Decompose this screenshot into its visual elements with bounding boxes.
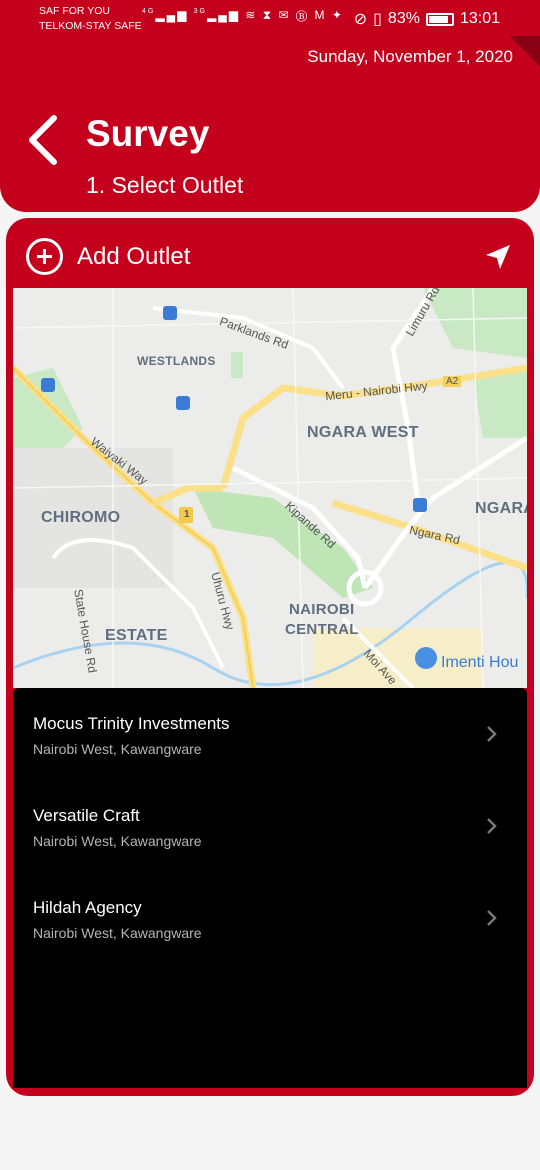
status-bar: SAF FOR YOU TELKOM-STAY SAFE 4G▂▄▆ 3G▂▄▆… bbox=[0, 0, 540, 38]
status-right: ⊘ ▯ 83% 13:01 bbox=[354, 9, 500, 29]
debug-ribbon bbox=[510, 36, 540, 66]
map-area-label: ESTATE bbox=[105, 627, 168, 644]
app-header: SAF FOR YOU TELKOM-STAY SAFE 4G▂▄▆ 3G▂▄▆… bbox=[0, 0, 540, 212]
outlet-name: Hildah Agency bbox=[33, 898, 142, 917]
back-button[interactable] bbox=[24, 112, 64, 168]
road-label: A2 bbox=[443, 376, 462, 387]
signal-bars-icon: ▂▄▆ bbox=[155, 8, 189, 22]
outlet-location: Nairobi West, Kawangware bbox=[33, 833, 202, 849]
list-item[interactable]: Hildah Agency Nairobi West, Kawangware bbox=[13, 872, 527, 964]
map-area-label: NAIROBI bbox=[289, 601, 355, 618]
bus-stop-icon bbox=[163, 306, 177, 320]
map-area-label: WESTLANDS bbox=[137, 354, 216, 368]
outlet-location: Nairobi West, Kawangware bbox=[33, 741, 202, 757]
battery-percent: 83% bbox=[387, 10, 420, 27]
clock: 13:01 bbox=[459, 10, 500, 27]
map-area-label: CENTRAL bbox=[285, 621, 359, 638]
add-outlet-label: Add Outlet bbox=[77, 242, 191, 270]
outlet-location: Nairobi West, Kawangware bbox=[33, 925, 202, 941]
no-sim-icon: ⊘ bbox=[353, 11, 368, 28]
signal-bars-icon: ▂▄▆ bbox=[207, 8, 240, 22]
chevron-right-icon bbox=[487, 818, 497, 834]
add-circle-icon bbox=[26, 238, 63, 275]
map-area-label: NGARA WEST bbox=[307, 424, 419, 441]
map-view[interactable]: WESTLANDS NGARA WEST CHIROMO NGARA ESTAT… bbox=[13, 288, 527, 688]
current-date: Sunday, November 1, 2020 bbox=[307, 47, 513, 66]
wifi-icon: ≋ bbox=[245, 8, 258, 22]
list-item[interactable]: Mocus Trinity Investments Nairobi West, … bbox=[13, 688, 527, 780]
carrier-info: SAF FOR YOU TELKOM-STAY SAFE bbox=[39, 4, 142, 34]
map-area-label: NGARA bbox=[475, 500, 527, 517]
outlet-card: Add Outlet WESTLANDS NGARA WEST CHIROMO … bbox=[6, 218, 534, 1096]
bitcoin-icon: Ⓑ bbox=[295, 8, 310, 22]
bus-stop-icon bbox=[41, 378, 55, 392]
hourglass-icon: ⧗ bbox=[262, 8, 274, 22]
add-outlet-button[interactable]: Add Outlet bbox=[26, 238, 190, 275]
outlet-name: Mocus Trinity Investments bbox=[33, 714, 230, 733]
network-type-2: 3G bbox=[193, 8, 207, 15]
place-pin-icon bbox=[415, 647, 437, 669]
outlet-list: Mocus Trinity Investments Nairobi West, … bbox=[13, 688, 527, 1088]
bus-stop-icon bbox=[413, 498, 427, 512]
vibrate-icon: ▯ bbox=[373, 11, 382, 28]
back-arrow-icon bbox=[29, 115, 57, 165]
gmail-icon: M bbox=[314, 8, 327, 22]
chevron-right-icon bbox=[487, 726, 497, 742]
carrier-1: SAF FOR YOU bbox=[39, 5, 110, 17]
map-area-label: CHIROMO bbox=[41, 509, 121, 526]
battery-icon bbox=[425, 12, 454, 26]
outlet-name: Versatile Craft bbox=[33, 806, 140, 825]
chevron-right-icon bbox=[487, 910, 497, 926]
route-badge-label: 1 bbox=[184, 509, 190, 520]
signal-icons: 4G▂▄▆ 3G▂▄▆ ≋ ⧗ ✉ Ⓑ M ✦ bbox=[142, 8, 344, 23]
poi-label: Imenti Hou bbox=[441, 654, 519, 671]
bus-stop-icon bbox=[176, 396, 190, 410]
page-subtitle: 1. Select Outlet bbox=[86, 172, 244, 198]
page-title: Survey bbox=[86, 113, 210, 154]
list-item[interactable]: Versatile Craft Nairobi West, Kawangware bbox=[13, 780, 527, 872]
navigation-arrow-icon[interactable] bbox=[484, 243, 512, 271]
network-type-1: 4G bbox=[142, 8, 156, 15]
mail-icon: ✉ bbox=[278, 8, 291, 22]
carrier-2: TELKOM-STAY SAFE bbox=[39, 20, 142, 32]
twitter-icon: ✦ bbox=[331, 8, 344, 22]
